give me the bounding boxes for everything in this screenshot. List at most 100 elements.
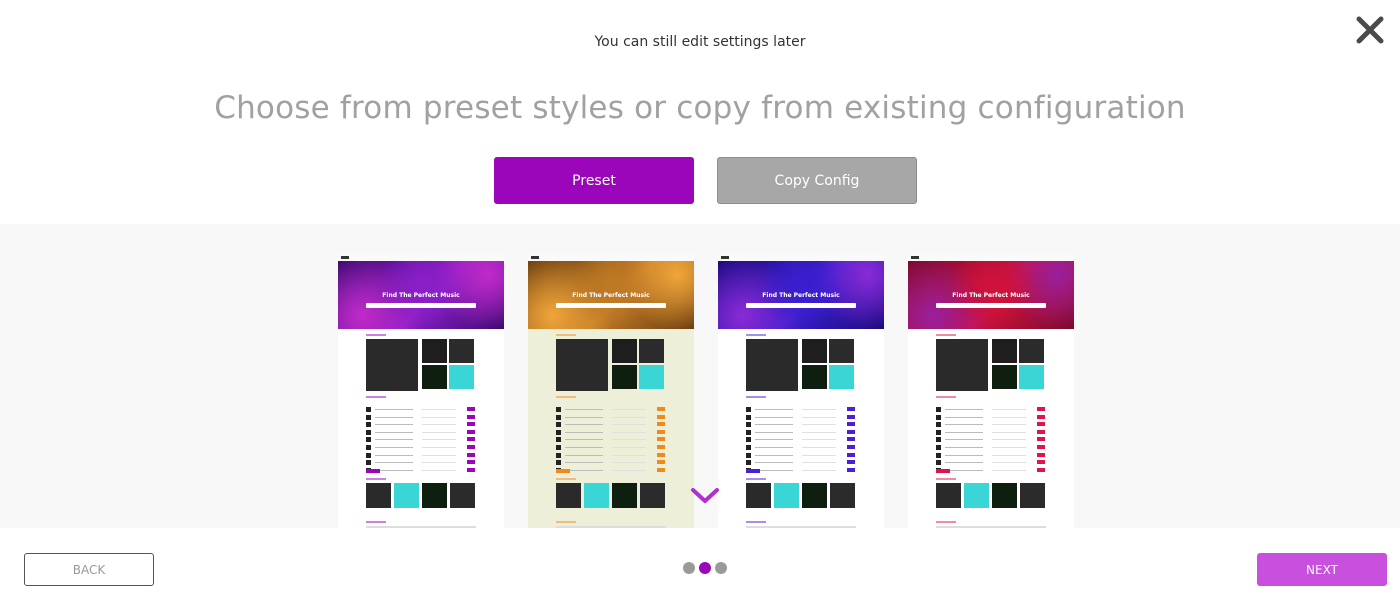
- thumbnail-track-meta: [802, 409, 836, 410]
- back-button[interactable]: BACK: [24, 553, 154, 586]
- thumbnail-topbar: [908, 254, 1074, 261]
- thumbnail-tile: [1019, 365, 1044, 389]
- thumbnail-hero: Find The Perfect Music: [908, 261, 1074, 329]
- thumbnail-track-row: [746, 445, 866, 450]
- thumbnail-track-title: [375, 424, 413, 426]
- thumbnail-track-meta: [992, 424, 1026, 426]
- thumbnail-track-row: [366, 467, 486, 473]
- thumbnail-track-price: [847, 452, 855, 457]
- thumbnail-track-art: [746, 429, 751, 435]
- thumbnail-track-title: [375, 469, 413, 471]
- thumbnail-more-button: [746, 469, 760, 473]
- thumbnail-sound-kits-strip: [556, 526, 666, 528]
- thumbnail-track-row: [556, 467, 676, 473]
- thumbnail-hero: Find The Perfect Music: [718, 261, 884, 329]
- thumbnail-track-row: [936, 407, 1056, 412]
- thumbnail-track-title: [375, 462, 413, 464]
- thumbnail-topbar: [718, 254, 884, 261]
- thumbnail-search-bar: [556, 303, 666, 308]
- thumbnail-popular-tile: [964, 483, 989, 508]
- thumbnail-track-row: [556, 414, 676, 420]
- thumbnail-tile: [422, 365, 447, 389]
- thumbnail-popular-tile: [992, 483, 1017, 508]
- thumbnail-track-price: [847, 429, 855, 434]
- thumbnail-track-meta: [422, 431, 456, 433]
- thumbnail-section-discover: [936, 334, 956, 336]
- thumbnail-track-title: [375, 431, 413, 433]
- thumbnail-search-bar: [936, 303, 1046, 308]
- thumbnail-track-meta: [612, 454, 646, 456]
- thumbnail-track-meta: [422, 424, 456, 426]
- thumbnail-track-title: [945, 462, 983, 464]
- thumbnail-track-row: [936, 467, 1056, 473]
- thumbnail-track-meta: [612, 424, 646, 426]
- thumbnail-track-row: [366, 429, 486, 435]
- thumbnail-track-meta: [992, 454, 1026, 456]
- thumbnail-track-row: [746, 429, 866, 435]
- thumbnail-track-meta: [612, 439, 646, 441]
- thumbnail-tile: [612, 339, 637, 363]
- thumbnail-track-price: [1037, 460, 1045, 465]
- thumbnail-track-meta: [992, 447, 1026, 448]
- thumbnail-track-row: [936, 414, 1056, 420]
- thumbnail-track-meta: [802, 431, 836, 433]
- thumbnail-track-art: [746, 460, 751, 466]
- thumbnail-track-meta: [802, 454, 836, 456]
- thumbnail-tile: [612, 365, 637, 389]
- next-button[interactable]: NEXT: [1257, 553, 1387, 586]
- thumbnail-logo: [341, 256, 349, 259]
- thumbnail-track-price: [657, 467, 665, 472]
- thumbnail-track-price: [847, 445, 855, 449]
- thumbnail-track-title: [565, 462, 603, 464]
- thumbnail-logo: [721, 256, 729, 259]
- preset-thumbnail-orange[interactable]: Find The Perfect Music: [528, 254, 694, 528]
- step-dot[interactable]: [715, 562, 727, 574]
- tab-copy-config[interactable]: Copy Config: [717, 157, 917, 204]
- thumbnail-track-price: [1037, 437, 1045, 442]
- thumbnail-track-price: [657, 445, 665, 449]
- thumbnail-track-title: [945, 454, 983, 456]
- thumbnail-track-title: [755, 439, 793, 441]
- thumbnail-track-row: [936, 429, 1056, 435]
- thumbnail-track-price: [1037, 429, 1045, 434]
- thumbnail-track-meta: [422, 454, 456, 456]
- thumbnail-logo: [911, 256, 919, 259]
- thumbnail-track-row: [556, 445, 676, 450]
- thumbnail-track-meta: [992, 431, 1026, 433]
- step-dot[interactable]: [683, 562, 695, 574]
- thumbnail-tile: [829, 339, 854, 363]
- thumbnail-track-meta: [992, 416, 1026, 418]
- thumbnail-popular-tile: [366, 483, 391, 508]
- tab-preset[interactable]: Preset: [494, 157, 694, 204]
- thumbnail-track-price: [657, 422, 665, 427]
- thumbnail-track-meta: [612, 462, 646, 464]
- preset-thumbnail-red[interactable]: Find The Perfect Music: [908, 254, 1074, 528]
- thumbnail-track-meta: [992, 462, 1026, 464]
- thumbnail-track-price: [1037, 422, 1045, 427]
- thumbnail-track-price: [467, 429, 475, 434]
- thumbnail-tile: [639, 339, 664, 363]
- thumbnail-track-title: [565, 454, 603, 456]
- thumbnail-section-discover: [366, 334, 386, 336]
- thumbnail-search-bar: [366, 303, 476, 308]
- thumbnail-track-row: [556, 407, 676, 412]
- thumbnail-track-price: [847, 407, 855, 411]
- thumbnail-track-art: [366, 429, 371, 435]
- chevron-down-icon: [691, 488, 719, 503]
- thumbnail-tile: [449, 365, 474, 389]
- thumbnail-section-sound-kits: [556, 521, 576, 523]
- scroll-down-button[interactable]: [690, 486, 720, 506]
- thumbnail-tile: [992, 339, 1017, 363]
- step-dot-active[interactable]: [699, 562, 711, 574]
- preset-thumbnail-blue[interactable]: Find The Perfect Music: [718, 254, 884, 528]
- thumbnail-track-meta: [992, 469, 1026, 471]
- thumbnail-track-meta: [802, 462, 836, 464]
- thumbnail-popular-tile: [802, 483, 827, 508]
- thumbnail-track-meta: [422, 462, 456, 464]
- thumbnail-section-popular: [366, 478, 386, 480]
- thumbnail-track-meta: [802, 424, 836, 426]
- thumbnail-track-title: [755, 454, 793, 456]
- preset-thumbnail-purple[interactable]: Find The Perfect Music: [338, 254, 504, 528]
- thumbnail-popular-tile: [774, 483, 799, 508]
- thumbnail-track-art: [936, 437, 941, 443]
